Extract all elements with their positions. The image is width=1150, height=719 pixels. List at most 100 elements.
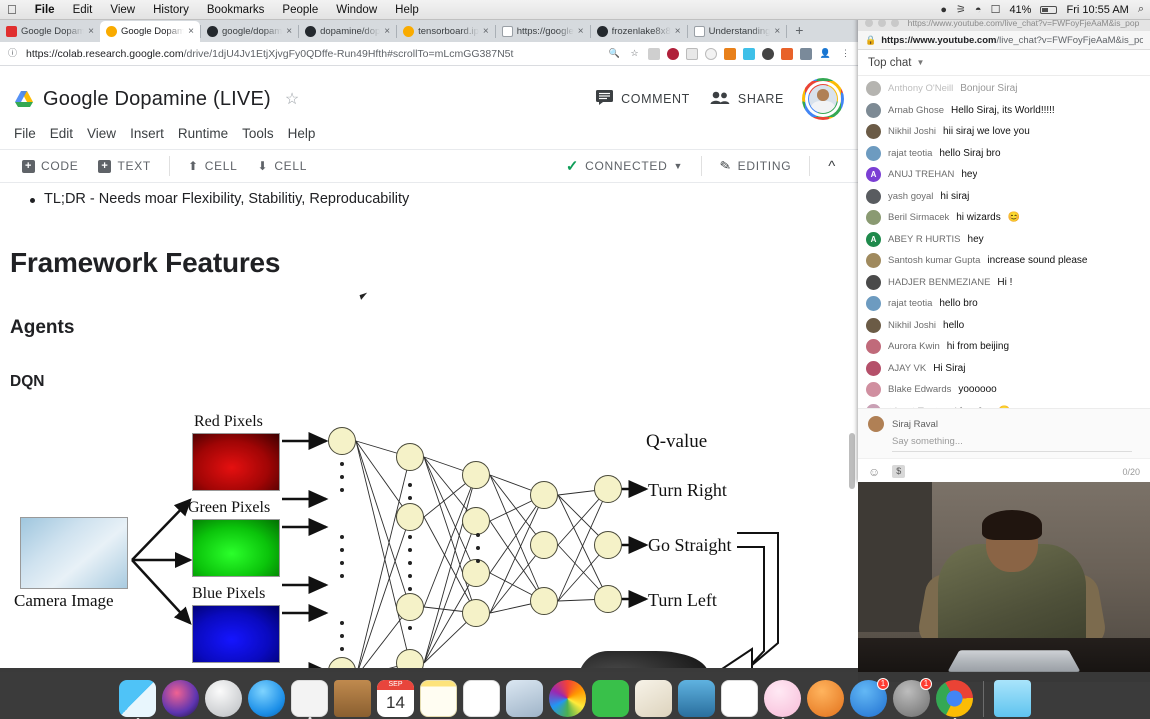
dock-item-calendar[interactable]: SEP 14 [377, 680, 414, 717]
notebook-body[interactable]: TL;DR - Needs moar Flexibility, Stabilit… [0, 183, 858, 668]
emoji-icon[interactable]: ☺ [868, 465, 880, 479]
webcam-video-feed[interactable] [858, 482, 1150, 682]
dock-item-keynote[interactable] [678, 680, 715, 717]
dock-item-ibooks[interactable] [807, 680, 844, 717]
chevron-down-icon[interactable]: ▼ [673, 161, 683, 171]
browser-tab-7[interactable]: Understanding × [688, 21, 787, 42]
bluetooth-icon[interactable]: ⚞ [956, 3, 966, 16]
move-cell-up-button[interactable]: ⬆ CELL [178, 159, 248, 173]
avatar[interactable] [802, 78, 844, 120]
kebab-menu-icon[interactable]: ⋮ [839, 47, 852, 60]
colab-menu-insert[interactable]: Insert [130, 124, 173, 143]
dock-item-siri[interactable] [162, 680, 199, 717]
airplay-icon[interactable]: ☐ [991, 3, 1001, 16]
pocket-icon[interactable] [686, 47, 698, 60]
menu-item-6[interactable]: Window [327, 4, 386, 16]
close-icon[interactable]: × [774, 26, 780, 37]
menu-bar-clock[interactable]: Fri 10:55 AM [1066, 4, 1128, 16]
vimeo-icon[interactable] [743, 47, 755, 60]
chat-address-bar[interactable]: 🔒 https://www.youtube.com/live_chat?v=FW… [858, 31, 1150, 50]
add-text-cell-button[interactable]: + TEXT [88, 159, 160, 173]
dropbox-icon[interactable]: ● [940, 4, 947, 16]
scrollbar-thumb[interactable] [849, 433, 855, 489]
colab-menu-tools[interactable]: Tools [242, 124, 283, 143]
info-icon[interactable]: ⓘ [6, 47, 19, 60]
close-icon[interactable]: × [578, 26, 584, 37]
add-code-cell-button[interactable]: + CODE [12, 159, 88, 173]
chat-filter-dropdown[interactable]: Top chat ▼ [858, 50, 1150, 76]
browser-tab-4[interactable]: tensorboard.ip × [397, 21, 495, 42]
browser-tab-3[interactable]: dopamine/dop × [299, 21, 396, 42]
editing-mode-button[interactable]: ✎ EDITING [710, 157, 801, 174]
dock-item-launchpad[interactable] [205, 680, 242, 717]
address-bar[interactable]: https://colab.research.google.com/drive/… [26, 48, 601, 60]
browser-tab-0[interactable]: Google Dopam × [0, 21, 100, 42]
connection-status-button[interactable]: ✓ CONNECTED ▼ [556, 157, 693, 175]
dock-item-numbers[interactable] [721, 680, 758, 717]
menu-item-7[interactable]: Help [386, 4, 428, 16]
dock-item-finder[interactable] [119, 680, 156, 719]
box-icon[interactable] [800, 47, 812, 60]
wifi-icon[interactable]: ◓ [975, 4, 982, 16]
colab-menu-file[interactable]: File [14, 124, 45, 143]
move-cell-down-button[interactable]: ⬇ CELL [248, 159, 318, 173]
notebook-scrollbar[interactable] [848, 183, 856, 668]
close-icon[interactable]: × [88, 26, 94, 37]
reader-icon[interactable] [648, 47, 660, 60]
star-icon[interactable]: ☆ [628, 47, 641, 60]
dock-item-chrome[interactable] [936, 680, 973, 719]
chat-input[interactable]: Say something... [892, 436, 1132, 452]
dock-item-preview[interactable] [291, 680, 328, 719]
chat-icon[interactable] [705, 47, 717, 60]
close-icon[interactable]: × [384, 26, 390, 37]
spotlight-icon[interactable]: ⌕ [1138, 3, 1144, 16]
close-icon[interactable]: × [188, 26, 194, 37]
browser-tab-5[interactable]: https://google × [496, 21, 590, 42]
dock-item-contacts[interactable] [334, 680, 371, 717]
browser-tab-2[interactable]: google/dopam × [201, 21, 298, 42]
menu-item-0[interactable]: File [26, 4, 64, 16]
honey-icon[interactable] [724, 47, 736, 60]
chat-message-list[interactable]: Anthony O'Neill Bonjour Siraj Arnab Ghos… [858, 76, 1150, 408]
menu-item-2[interactable]: View [101, 4, 144, 16]
star-icon[interactable]: ☆ [285, 89, 299, 109]
menu-item-5[interactable]: People [273, 4, 327, 16]
menu-item-4[interactable]: Bookmarks [198, 4, 274, 16]
colab-menu-help[interactable]: Help [288, 124, 325, 143]
dock-item-safari[interactable] [248, 680, 285, 717]
people-icon [710, 91, 730, 108]
profile-icon[interactable]: 👤 [819, 47, 832, 60]
dock-item-system-preferences-old[interactable] [506, 680, 543, 717]
menu-item-3[interactable]: History [144, 4, 198, 16]
comment-button[interactable]: COMMENT [596, 90, 690, 108]
dock-item-system-preferences[interactable]: 1 [893, 678, 932, 717]
apple-menu-icon[interactable]:  [0, 3, 26, 16]
dock-item-app-store[interactable]: 1 [850, 678, 889, 717]
collapse-header-button[interactable]: ^ [818, 158, 846, 175]
browser-tab-6[interactable]: frozenlake8x8 × [591, 21, 687, 42]
super-chat-icon[interactable]: $ [892, 465, 906, 478]
tab-red-icon[interactable] [667, 47, 679, 60]
close-icon[interactable]: × [483, 26, 489, 37]
dock-item-itunes[interactable] [764, 680, 801, 719]
camera-image-label: Camera Image [14, 591, 114, 610]
dock-item-photos[interactable] [549, 680, 586, 717]
todo-icon[interactable] [781, 47, 793, 60]
play-icon[interactable] [762, 47, 774, 60]
search-icon[interactable]: 🔍 [608, 47, 621, 60]
new-tab-button[interactable]: + [787, 22, 811, 40]
colab-menu-view[interactable]: View [87, 124, 125, 143]
colab-menu-runtime[interactable]: Runtime [178, 124, 237, 143]
battery-icon[interactable] [1040, 5, 1058, 14]
colab-menu-edit[interactable]: Edit [50, 124, 82, 143]
dock-item-downloads-folder[interactable] [994, 680, 1031, 717]
browser-tab-1[interactable]: Google Dopam × [100, 21, 200, 42]
share-button[interactable]: SHARE [710, 91, 784, 108]
dock-item-notes[interactable] [420, 680, 457, 717]
menu-item-1[interactable]: Edit [64, 4, 102, 16]
dock-item-facetime[interactable] [592, 680, 629, 717]
close-icon[interactable]: × [675, 26, 681, 37]
close-icon[interactable]: × [286, 26, 292, 37]
dock-item-reminders[interactable] [463, 680, 500, 717]
dock-item-textedit[interactable] [635, 680, 672, 717]
